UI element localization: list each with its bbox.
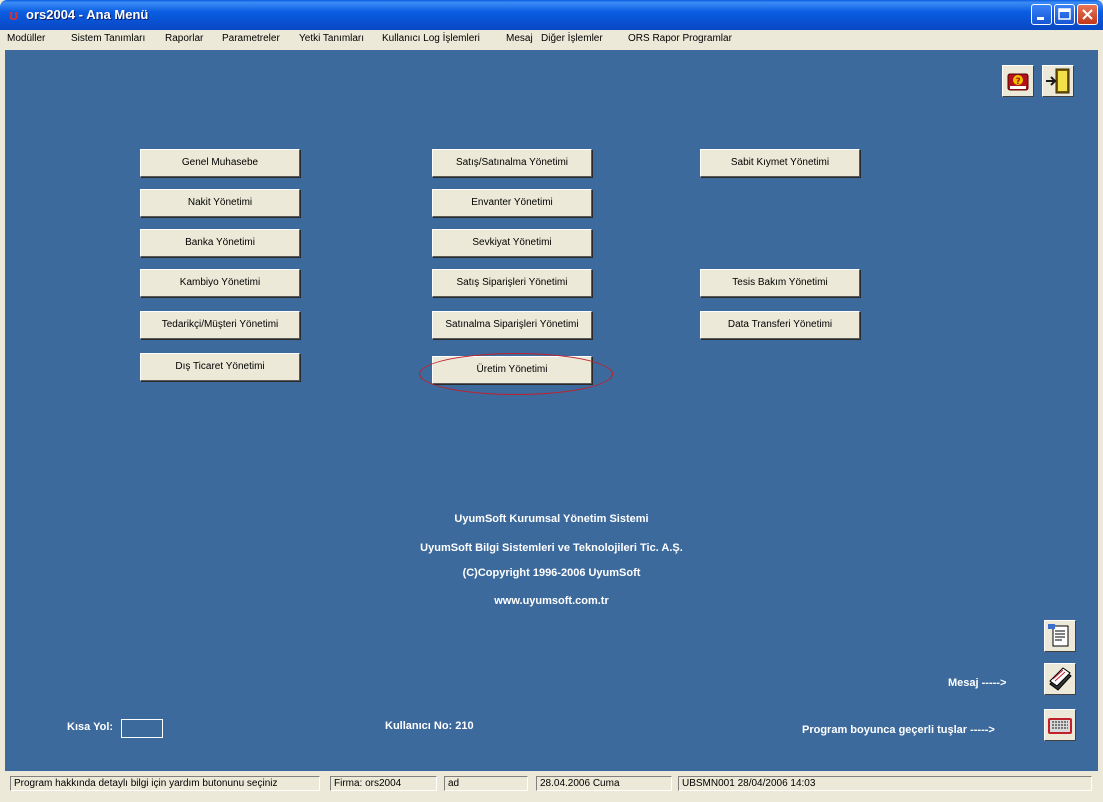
help-button[interactable]: ? (1002, 65, 1034, 97)
exit-button[interactable] (1042, 65, 1074, 97)
tesis-bakim-yonetimi-button[interactable]: Tesis Bakım Yönetimi (700, 269, 860, 297)
app-logo-icon[interactable]: ʊ (9, 7, 18, 24)
svg-text:?: ? (1016, 77, 1021, 87)
satinalma-siparisleri-yonetimi-button[interactable]: Satınalma Siparişleri Yönetimi (432, 311, 592, 339)
report-button[interactable] (1044, 620, 1076, 652)
shortcut-keys-label: Program boyunca geçerli tuşlar -----> (802, 724, 995, 736)
close-button[interactable] (1077, 4, 1098, 25)
website-url: www.uyumsoft.com.tr (494, 595, 609, 607)
envanter-yonetimi-button[interactable]: Envanter Yönetimi (432, 189, 592, 217)
kullanici-no-label: Kullanıcı No: 210 (385, 720, 474, 732)
menu-kullanici-log[interactable]: Kullanıcı Log İşlemleri (382, 33, 480, 44)
message-stack-icon (1049, 667, 1072, 691)
copyright-text: (C)Copyright 1996-2006 UyumSoft (462, 567, 641, 579)
status-user: ad (444, 776, 528, 791)
uretim-yonetimi-button[interactable]: Üretim Yönetimi (432, 356, 592, 384)
banka-yonetimi-button[interactable]: Banka Yönetimi (140, 229, 300, 257)
exit-door-icon (1046, 68, 1070, 94)
status-date: 28.04.2006 Cuma (536, 776, 672, 791)
menu-yetki-tanimlari[interactable]: Yetki Tanımları (299, 33, 364, 44)
kambiyo-yonetimi-button[interactable]: Kambiyo Yönetimi (140, 269, 300, 297)
menu-moduller[interactable]: Modüller (7, 33, 45, 44)
nakit-yonetimi-button[interactable]: Nakit Yönetimi (140, 189, 300, 217)
menu-diger-islemler[interactable]: Diğer İşlemler (541, 33, 603, 44)
status-firma: Firma: ors2004 (330, 776, 437, 791)
company-name: UyumSoft Bilgi Sistemleri ve Teknolojile… (420, 542, 683, 554)
maximize-icon (1058, 8, 1071, 20)
kisa-yol-input[interactable] (121, 719, 163, 738)
dis-ticaret-yonetimi-button[interactable]: Dış Ticaret Yönetimi (140, 353, 300, 381)
message-button[interactable] (1044, 663, 1076, 695)
menu-parametreler[interactable]: Parametreler (222, 33, 280, 44)
kisa-yol-label: Kısa Yol: (67, 721, 114, 733)
menu-bar: Modüller Sistem Tanımları Raporlar Param… (0, 30, 1103, 50)
menu-mesaj[interactable]: Mesaj (506, 33, 533, 44)
keyboard-icon (1048, 718, 1072, 734)
status-help-text: Program hakkında detaylı bilgi için yard… (10, 776, 320, 791)
minimize-button[interactable] (1031, 4, 1052, 25)
title-bar[interactable]: ʊ ors2004 - Ana Menü (0, 0, 1103, 30)
tedarikci-musteri-yonetimi-button[interactable]: Tedarikçi/Müşteri Yönetimi (140, 311, 300, 339)
close-icon (1082, 9, 1093, 20)
menu-ors-rapor[interactable]: ORS Rapor Programlar (628, 33, 732, 44)
minimize-icon (1037, 17, 1044, 20)
genel-muhasebe-button[interactable]: Genel Muhasebe (140, 149, 300, 177)
sabit-kiymet-yonetimi-button[interactable]: Sabit Kıymet Yönetimi (700, 149, 860, 177)
product-name: UyumSoft Kurumsal Yönetim Sistemi (454, 513, 649, 525)
window-title: ors2004 - Ana Menü (26, 7, 149, 22)
data-transferi-yonetimi-button[interactable]: Data Transferi Yönetimi (700, 311, 860, 339)
maximize-button[interactable] (1054, 4, 1075, 25)
report-document-icon (1048, 624, 1069, 647)
menu-raporlar[interactable]: Raporlar (165, 33, 203, 44)
status-session: UBSMN001 28/04/2006 14:03 (678, 776, 1092, 791)
menu-sistem-tanimlari[interactable]: Sistem Tanımları (71, 33, 145, 44)
satis-satinalma-yonetimi-button[interactable]: Satış/Satınalma Yönetimi (432, 149, 592, 177)
satis-siparisleri-yonetimi-button[interactable]: Satış Siparişleri Yönetimi (432, 269, 592, 297)
mesaj-label: Mesaj -----> (948, 677, 1007, 689)
keyboard-shortcuts-button[interactable] (1044, 709, 1076, 741)
help-book-icon: ? (1007, 73, 1029, 91)
sevkiyat-yonetimi-button[interactable]: Sevkiyat Yönetimi (432, 229, 592, 257)
